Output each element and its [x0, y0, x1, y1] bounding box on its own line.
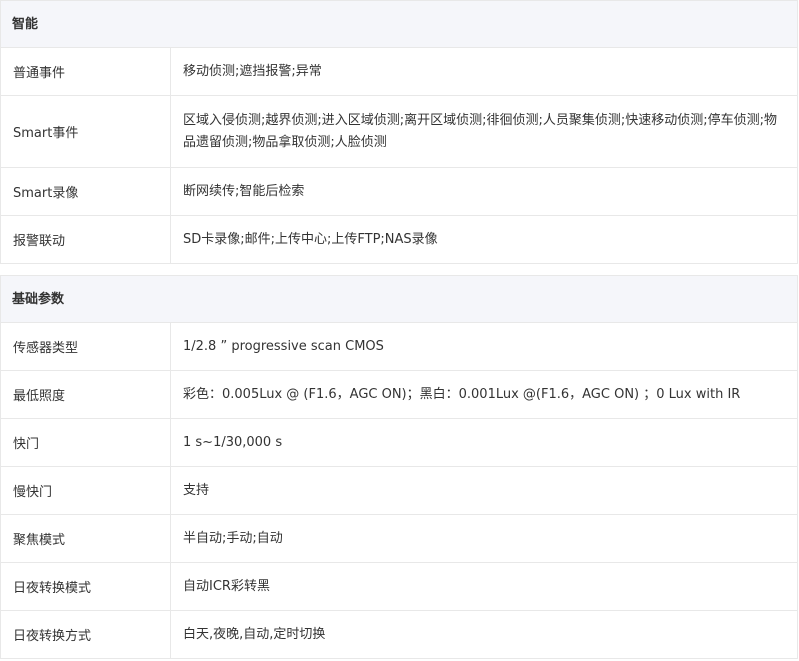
table-row: Smart事件 区域入侵侦测;越界侦测;进入区域侦测;离开区域侦测;徘徊侦测;人… — [1, 96, 797, 168]
spec-section-basic-params: 基础参数 传感器类型 1/2.8 ” progressive scan CMOS… — [0, 275, 798, 659]
table-row: 传感器类型 1/2.8 ” progressive scan CMOS — [1, 323, 797, 371]
row-value: 半自动;手动;自动 — [183, 530, 283, 546]
row-value: 自动ICR彩转黑 — [183, 578, 270, 594]
table-row: Smart录像 断网续传;智能后检索 — [1, 168, 797, 216]
row-label: 传感器类型 — [1, 323, 171, 370]
row-value: 断网续传;智能后检索 — [183, 183, 305, 199]
row-value: 移动侦测;遮挡报警;异常 — [183, 63, 322, 79]
row-label: 报警联动 — [1, 216, 171, 263]
section-header: 智能 — [1, 0, 797, 48]
table-row: 日夜转换模式 自动ICR彩转黑 — [1, 563, 797, 611]
spec-table: 智能 普通事件 移动侦测;遮挡报警;异常 Smart事件 区域入侵侦测;越界侦测… — [0, 0, 799, 659]
table-row: 快门 1 s~1/30,000 s — [1, 419, 797, 467]
row-label: 慢快门 — [1, 467, 171, 514]
table-row: 报警联动 SD卡录像;邮件;上传中心;上传FTP;NAS录像 — [1, 216, 797, 264]
row-value: 1/2.8 ” progressive scan CMOS — [183, 338, 384, 354]
row-label: 日夜转换方式 — [1, 611, 171, 658]
row-value: 1 s~1/30,000 s — [183, 434, 283, 450]
table-row: 慢快门 支持 — [1, 467, 797, 515]
row-value: SD卡录像;邮件;上传中心;上传FTP;NAS录像 — [183, 231, 438, 247]
table-row: 最低照度 彩色：0.005Lux @ (F1.6，AGC ON)；黑白：0.00… — [1, 371, 797, 419]
row-label: 聚焦模式 — [1, 515, 171, 562]
row-label: 日夜转换模式 — [1, 563, 171, 610]
row-value: 彩色：0.005Lux @ (F1.6，AGC ON)；黑白：0.001Lux … — [183, 386, 741, 402]
section-header: 基础参数 — [1, 275, 797, 323]
row-label: Smart录像 — [1, 168, 171, 215]
table-row: 聚焦模式 半自动;手动;自动 — [1, 515, 797, 563]
row-value: 白天,夜晚,自动,定时切换 — [183, 626, 326, 642]
table-row: 日夜转换方式 白天,夜晚,自动,定时切换 — [1, 611, 797, 659]
row-label: 最低照度 — [1, 371, 171, 418]
row-value: 区域入侵侦测;越界侦测;进入区域侦测;离开区域侦测;徘徊侦测;人员聚集侦测;快速… — [183, 112, 778, 150]
row-label: 快门 — [1, 419, 171, 466]
table-row: 普通事件 移动侦测;遮挡报警;异常 — [1, 48, 797, 96]
row-label: Smart事件 — [1, 96, 171, 167]
row-label: 普通事件 — [1, 48, 171, 95]
spec-section-smart: 智能 普通事件 移动侦测;遮挡报警;异常 Smart事件 区域入侵侦测;越界侦测… — [0, 0, 798, 264]
row-value: 支持 — [183, 482, 210, 498]
